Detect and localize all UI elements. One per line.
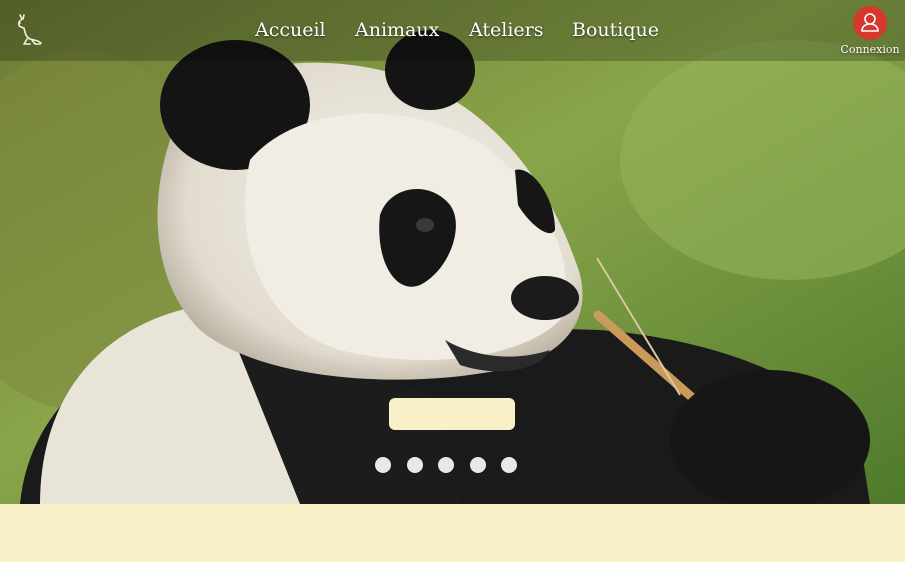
nav-label: Ateliers bbox=[469, 19, 544, 41]
kangaroo-logo-icon[interactable] bbox=[12, 13, 44, 47]
nav-item-accueil[interactable]: Accueil bbox=[253, 18, 328, 44]
top-navbar: Accueil Animaux Ateliers Boutique Connex… bbox=[0, 0, 905, 61]
carousel-dot-1[interactable] bbox=[375, 457, 391, 473]
nav-label: Animaux bbox=[355, 19, 440, 41]
nav-item-ateliers[interactable]: Ateliers bbox=[467, 18, 545, 44]
carousel-dot-4[interactable] bbox=[470, 457, 486, 473]
content-section bbox=[0, 504, 905, 562]
login-label: Connexion bbox=[840, 43, 900, 56]
nav-label: Boutique bbox=[572, 19, 659, 41]
carousel-dot-2[interactable] bbox=[407, 457, 423, 473]
login-button[interactable]: Connexion bbox=[840, 6, 900, 58]
hero-cta-button[interactable] bbox=[389, 398, 515, 430]
carousel-dot-3[interactable] bbox=[438, 457, 454, 473]
user-icon bbox=[861, 13, 879, 32]
carousel-dots bbox=[375, 457, 525, 473]
nav-item-boutique[interactable]: Boutique bbox=[570, 18, 661, 44]
nav-label: Accueil bbox=[255, 19, 326, 41]
carousel-dot-5[interactable] bbox=[501, 457, 517, 473]
nav-item-animaux[interactable]: Animaux bbox=[352, 18, 442, 44]
login-avatar bbox=[853, 6, 887, 40]
